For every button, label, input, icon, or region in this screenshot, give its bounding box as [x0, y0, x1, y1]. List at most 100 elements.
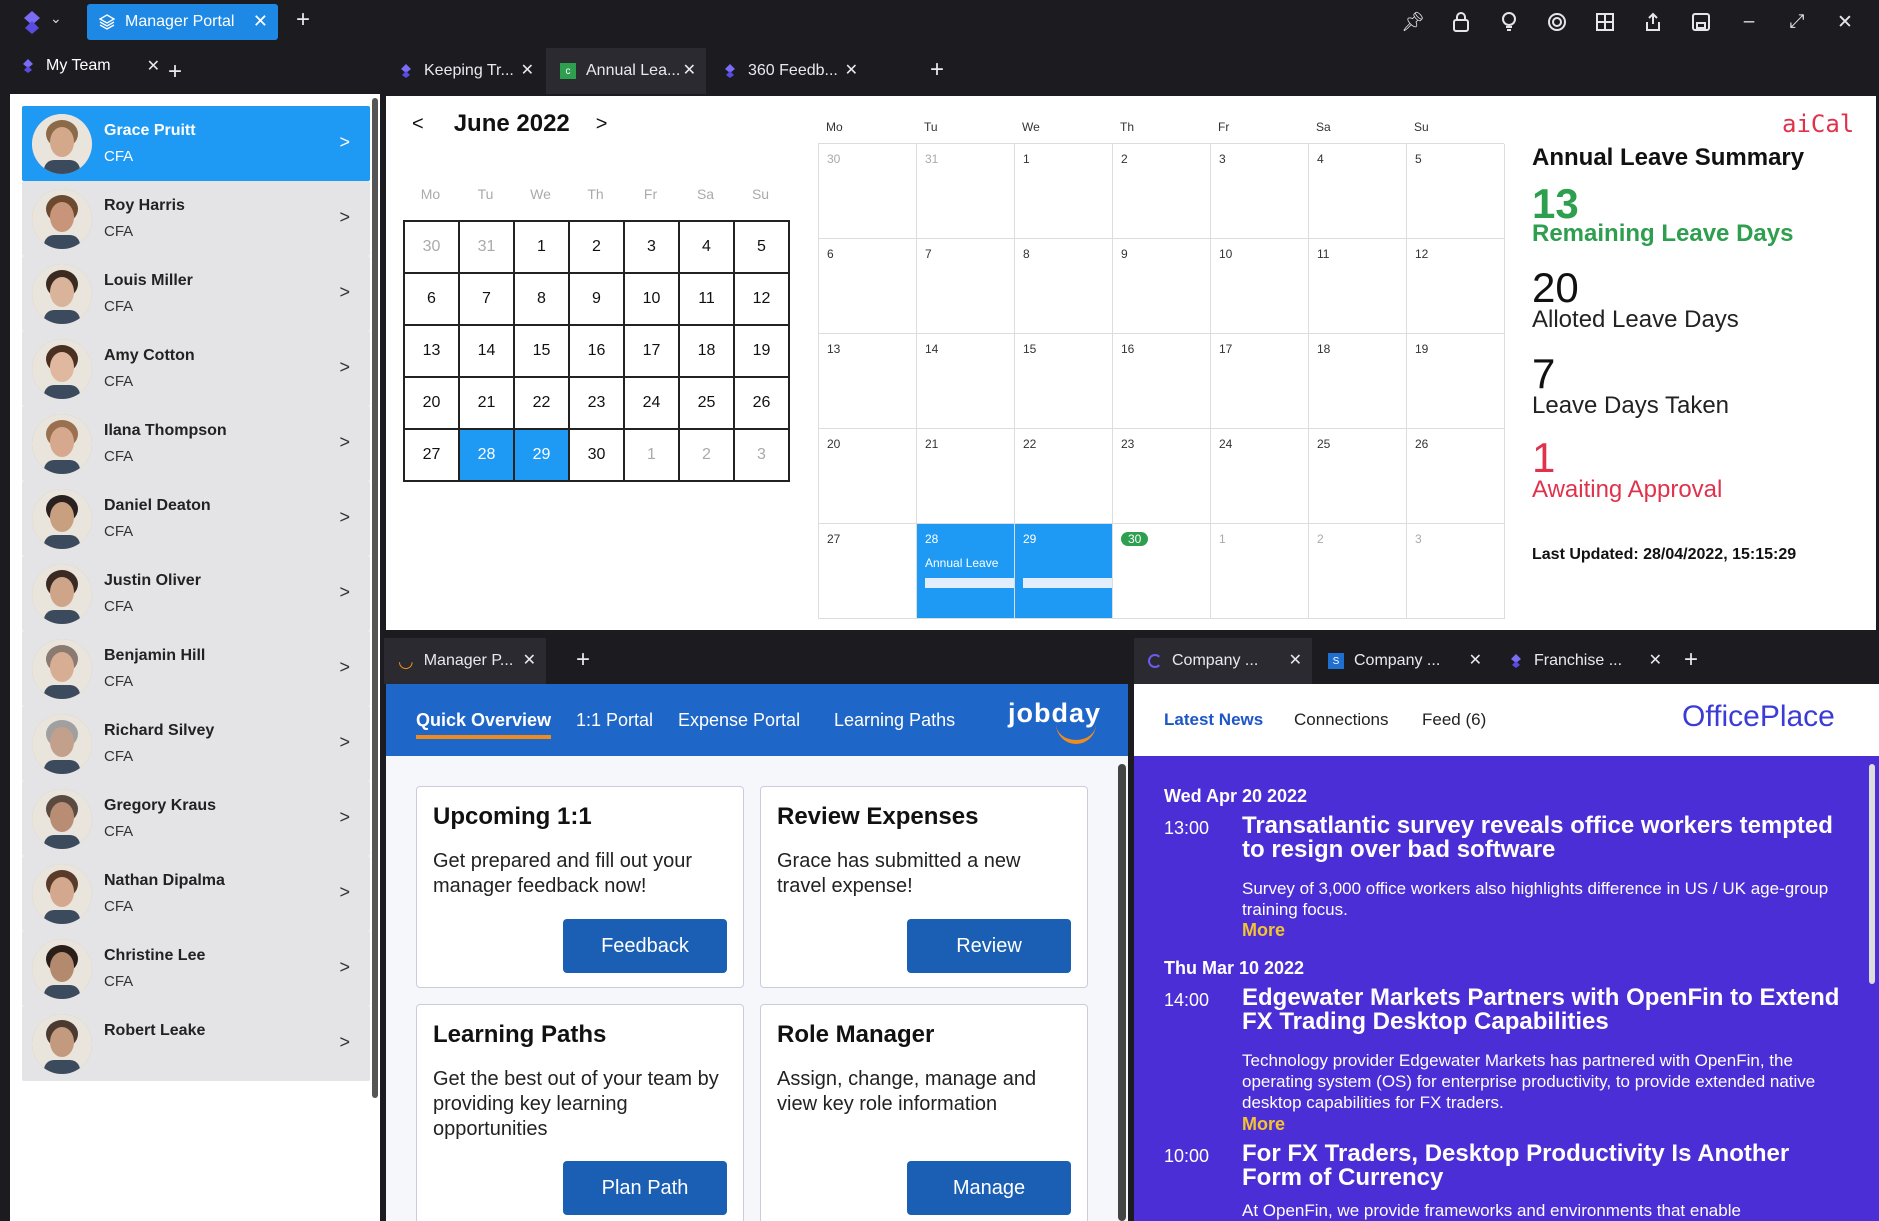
mini-day-cell[interactable]: 26 — [735, 378, 790, 430]
team-member-card[interactable]: Gregory Kraus CFA > — [22, 781, 370, 856]
chevron-right-icon[interactable]: > — [339, 507, 350, 528]
day-cell[interactable]: 30 — [819, 144, 917, 239]
mini-day-cell[interactable]: 2 — [570, 222, 625, 274]
mini-day-cell[interactable]: 13 — [405, 326, 460, 378]
team-member-card[interactable]: Benjamin Hill CFA > — [22, 631, 370, 706]
mini-day-cell[interactable]: 30 — [570, 430, 625, 482]
save-icon[interactable] — [1677, 6, 1725, 38]
tab-my-team[interactable]: My Team ✕ — [20, 56, 160, 76]
plan-path-button[interactable]: Plan Path — [563, 1161, 727, 1215]
tab-annual-leave[interactable]: c Annual Lea... ✕ — [546, 48, 706, 94]
mini-day-cell[interactable]: 5 — [735, 222, 790, 274]
day-cell[interactable]: 3 — [1211, 144, 1309, 239]
app-logo-icon[interactable] — [18, 8, 46, 36]
mini-day-cell[interactable]: 12 — [735, 274, 790, 326]
team-member-card[interactable]: Richard Silvey CFA > — [22, 706, 370, 781]
mini-day-cell[interactable]: 25 — [680, 378, 735, 430]
chevron-right-icon[interactable]: > — [339, 957, 350, 978]
tab-keeping-track[interactable]: Keeping Tr... ✕ — [384, 48, 544, 94]
chevron-right-icon[interactable]: > — [339, 732, 350, 753]
chevron-right-icon[interactable]: > — [339, 882, 350, 903]
team-member-card[interactable]: Ilana Thompson CFA > — [22, 406, 370, 481]
maximize-icon[interactable]: ⤢ — [1773, 6, 1821, 38]
tab-franchise[interactable]: Franchise ... ✕ — [1494, 638, 1672, 684]
day-cell[interactable]: 27 — [819, 524, 917, 619]
team-member-card[interactable]: Christine Lee CFA > — [22, 931, 370, 1006]
mini-day-cell[interactable]: 7 — [460, 274, 515, 326]
chevron-right-icon[interactable]: > — [339, 132, 350, 153]
day-cell[interactable]: 29 — [1015, 524, 1113, 619]
day-cell[interactable]: 28 Annual Leave — [917, 524, 1015, 619]
nav-connections[interactable]: Connections — [1294, 710, 1389, 730]
nav-latest-news[interactable]: Latest News — [1164, 710, 1263, 730]
close-tab-icon[interactable]: ✕ — [1289, 650, 1302, 670]
nav-1-1-portal[interactable]: 1:1 Portal — [576, 710, 653, 731]
close-tab-icon[interactable]: ✕ — [521, 60, 534, 80]
leave-event-bar[interactable] — [925, 578, 1014, 588]
chevron-right-icon[interactable]: > — [339, 657, 350, 678]
mini-day-cell[interactable]: 31 — [460, 222, 515, 274]
day-cell[interactable]: 13 — [819, 334, 917, 429]
mini-day-cell[interactable]: 1 — [515, 222, 570, 274]
day-cell[interactable]: 21 — [917, 429, 1015, 524]
mini-day-cell[interactable]: 15 — [515, 326, 570, 378]
add-tab-icon[interactable]: + — [576, 646, 590, 674]
mini-day-cell[interactable]: 29 — [515, 430, 570, 482]
lightbulb-icon[interactable] — [1485, 6, 1533, 38]
day-cell[interactable]: 1 — [1211, 524, 1309, 619]
team-member-card[interactable]: Amy Cotton CFA > — [22, 331, 370, 406]
day-cell[interactable]: 12 — [1407, 239, 1505, 334]
scrollbar[interactable] — [1869, 764, 1875, 984]
target-icon[interactable] — [1533, 6, 1581, 38]
day-cell[interactable]: 9 — [1113, 239, 1211, 334]
scrollbar[interactable] — [1118, 764, 1126, 1221]
mini-day-cell[interactable]: 24 — [625, 378, 680, 430]
close-tab-icon[interactable]: ✕ — [253, 11, 268, 32]
leave-event-label[interactable]: Annual Leave — [925, 556, 998, 570]
mini-day-cell[interactable]: 23 — [570, 378, 625, 430]
mini-day-cell[interactable]: 20 — [405, 378, 460, 430]
day-cell[interactable]: 11 — [1309, 239, 1407, 334]
close-window-icon[interactable]: ✕ — [1821, 6, 1869, 38]
day-cell[interactable]: 31 — [917, 144, 1015, 239]
grid-icon[interactable] — [1581, 6, 1629, 38]
tab-manager-portal[interactable]: Manager Portal ✕ — [87, 4, 278, 40]
close-tab-icon[interactable]: ✕ — [683, 60, 696, 80]
day-cell[interactable]: 10 — [1211, 239, 1309, 334]
mini-day-cell[interactable]: 18 — [680, 326, 735, 378]
chevron-right-icon[interactable]: > — [339, 282, 350, 303]
add-tab-icon[interactable]: + — [296, 6, 310, 34]
team-member-card[interactable]: Grace Pruitt CFA > — [22, 106, 370, 181]
review-button[interactable]: Review — [907, 919, 1071, 973]
day-cell[interactable]: 2 — [1309, 524, 1407, 619]
mini-day-cell[interactable]: 22 — [515, 378, 570, 430]
day-cell[interactable]: 2 — [1113, 144, 1211, 239]
team-member-card[interactable]: Justin Oliver CFA > — [22, 556, 370, 631]
day-cell[interactable]: 6 — [819, 239, 917, 334]
mini-day-cell[interactable]: 11 — [680, 274, 735, 326]
day-cell[interactable]: 8 — [1015, 239, 1113, 334]
close-tab-icon[interactable]: ✕ — [1469, 650, 1482, 670]
mini-day-cell[interactable]: 14 — [460, 326, 515, 378]
nav-learning-paths[interactable]: Learning Paths — [834, 710, 955, 731]
nav-expense-portal[interactable]: Expense Portal — [678, 710, 800, 731]
tab-company-news[interactable]: Company ... ✕ — [1134, 638, 1312, 684]
prev-month-button[interactable]: < — [412, 113, 424, 136]
team-member-card[interactable]: Roy Harris CFA > — [22, 181, 370, 256]
mini-day-cell[interactable]: 16 — [570, 326, 625, 378]
chevron-right-icon[interactable]: > — [339, 1032, 350, 1053]
mini-day-cell[interactable]: 3 — [625, 222, 680, 274]
day-cell[interactable]: 14 — [917, 334, 1015, 429]
day-cell[interactable]: 1 — [1015, 144, 1113, 239]
day-cell[interactable]: 4 — [1309, 144, 1407, 239]
share-icon[interactable] — [1629, 6, 1677, 38]
next-month-button[interactable]: > — [596, 113, 608, 136]
chevron-down-icon[interactable]: ⌄ — [50, 10, 62, 27]
more-link[interactable]: More — [1242, 920, 1285, 941]
leave-event-bar[interactable] — [1023, 578, 1112, 588]
mini-day-cell[interactable]: 30 — [405, 222, 460, 274]
team-member-card[interactable]: Nathan Dipalma CFA > — [22, 856, 370, 931]
feedback-button[interactable]: Feedback — [563, 919, 727, 973]
day-cell[interactable]: 26 — [1407, 429, 1505, 524]
pin-icon[interactable]: 📌︎ — [1389, 6, 1437, 38]
